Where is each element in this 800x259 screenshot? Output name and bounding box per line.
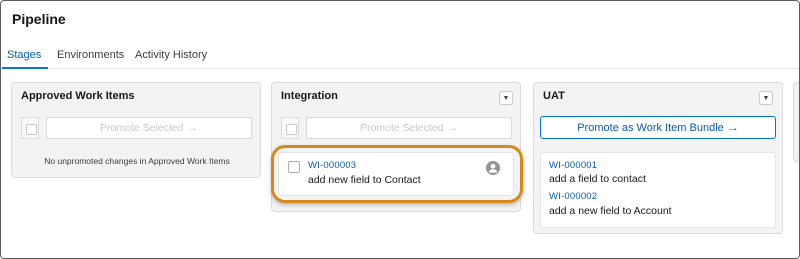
work-item-id-link[interactable]: WI-000002 [549,191,597,202]
arrow-right-icon: → [447,122,458,134]
column-uat: UAT ▼ Promote as Work Item Bundle → WI-0… [533,82,783,234]
work-item-id-link[interactable]: WI-000003 [308,160,356,171]
work-item-checkbox[interactable] [288,161,300,173]
promote-selected-button[interactable]: Promote Selected → [306,117,512,139]
empty-state-message: No unpromoted changes in Approved Work I… [44,156,230,166]
tab-bar: Stages Environments Activity History [1,43,799,69]
tab-stages[interactable]: Stages [7,49,41,61]
stages-board: Approved Work Items Promote Selected → N… [1,70,799,258]
work-item-title: add a field to contact [549,173,646,185]
column-title: Approved Work Items [21,90,135,102]
column-next-partial [793,82,799,162]
promote-bundle-label: Promote as Work Item Bundle [577,121,724,134]
active-tab-indicator [2,67,48,69]
promote-selected-label: Promote Selected [360,122,444,134]
select-all-box [281,117,299,139]
column-approved-work-items: Approved Work Items Promote Selected → N… [11,82,261,178]
work-item-card[interactable]: WI-000003 add new field to Contact [278,152,514,196]
work-item-id-link[interactable]: WI-000001 [549,160,597,171]
promote-selected-button[interactable]: Promote Selected → [46,117,252,139]
work-item-title: add a new field to Account [549,205,672,217]
column-menu-chevron-down-icon[interactable]: ▼ [759,91,773,105]
arrow-right-icon: → [727,121,739,134]
tab-environments[interactable]: Environments [57,49,124,61]
select-all-checkbox[interactable] [26,124,37,135]
user-avatar-icon [486,161,500,175]
column-title: Integration [281,90,338,102]
tab-activity-history[interactable]: Activity History [135,49,207,61]
select-all-box [21,117,39,139]
pipeline-window: Pipeline Stages Environments Activity Hi… [0,0,800,259]
select-all-checkbox[interactable] [286,124,297,135]
work-item-bundle-card[interactable]: WI-000001 add a field to contact WI-0000… [540,152,776,228]
work-item-title: add new field to Contact [308,174,421,186]
page-title: Pipeline [12,11,66,27]
promote-selected-label: Promote Selected [100,122,184,134]
column-menu-chevron-down-icon[interactable]: ▼ [499,91,513,105]
column-title: UAT [543,90,565,102]
arrow-right-icon: → [187,122,198,134]
promote-bundle-button[interactable]: Promote as Work Item Bundle → [540,116,776,139]
column-integration: Integration ▼ Promote Selected → WI-0000… [271,82,521,212]
